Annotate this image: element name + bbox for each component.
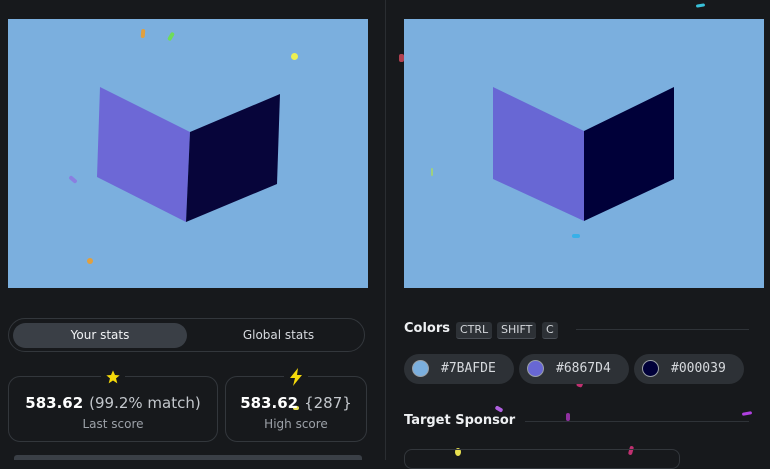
confetti-piece — [399, 54, 404, 62]
colors-heading: Colors — [404, 321, 451, 336]
swatch-3-hex: #000039 — [671, 361, 726, 376]
stats-tab-bar: Your stats Global stats — [8, 318, 365, 352]
confetti-piece — [566, 413, 570, 421]
last-score-caption: Last score — [82, 417, 144, 431]
sponsor-heading: Target Sponsor — [404, 413, 516, 428]
high-score-caption: High score — [264, 417, 328, 431]
shortcut-key-shift: SHIFT — [497, 322, 537, 339]
color-swatch-2[interactable]: #6867D4 — [519, 354, 629, 384]
player-right-face — [186, 94, 280, 222]
last-score-line: 583.62 (99.2% match) — [9, 394, 217, 412]
target-left-face — [493, 87, 584, 221]
target-canvas — [404, 19, 764, 288]
player-shape — [97, 87, 280, 222]
sponsor-card[interactable] — [404, 449, 680, 469]
confetti-piece — [741, 411, 753, 416]
panel-divider — [385, 0, 386, 460]
target-right-face — [584, 87, 674, 221]
player-left-face — [97, 87, 190, 222]
shortcut-key-ctrl: CTRL — [456, 322, 493, 339]
last-score-value: 583.62 — [25, 394, 84, 412]
swatch-2-dot — [527, 360, 544, 377]
shortcut-key-c: C — [542, 322, 558, 339]
color-swatch-1[interactable]: #7BAFDE — [404, 354, 514, 384]
confetti-piece — [572, 234, 580, 238]
colors-divider — [576, 329, 749, 330]
swatch-2-hex: #6867D4 — [556, 361, 611, 376]
star-icon — [101, 367, 125, 387]
tab-your-stats[interactable]: Your stats — [13, 323, 187, 348]
scroll-edge — [14, 455, 362, 460]
confetti-piece — [431, 168, 433, 176]
high-score-count: {287} — [304, 394, 352, 412]
high-score-value: 583.62 — [240, 394, 299, 412]
color-swatch-3[interactable]: #000039 — [634, 354, 744, 384]
confetti-piece — [140, 28, 146, 39]
swatch-3-dot — [642, 360, 659, 377]
swatch-1-dot — [412, 360, 429, 377]
sponsor-divider — [525, 421, 749, 422]
player-canvas[interactable] — [8, 19, 368, 288]
lightning-icon — [284, 367, 308, 387]
last-score-match: (99.2% match) — [89, 394, 201, 412]
confetti-piece — [291, 53, 298, 60]
confetti-piece — [695, 3, 706, 8]
high-score-card: 583.62 {287} High score — [225, 367, 367, 442]
confetti-piece — [87, 258, 93, 264]
swatch-1-hex: #7BAFDE — [441, 361, 496, 376]
last-score-card: 583.62 (99.2% match) Last score — [8, 367, 218, 442]
tab-global-stats[interactable]: Global stats — [197, 323, 360, 348]
target-shape — [493, 87, 674, 221]
confetti-piece — [494, 405, 504, 413]
high-score-line: 583.62 {287} — [226, 394, 366, 412]
